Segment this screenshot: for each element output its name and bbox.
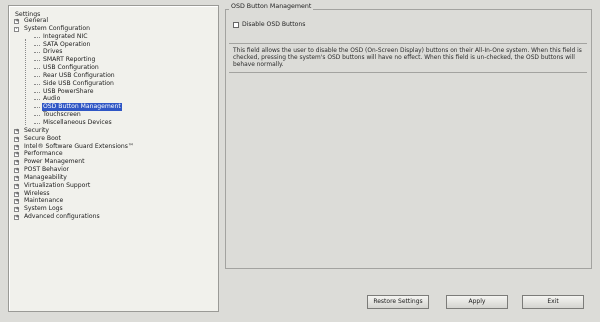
tree-item[interactable]: + Power Management — [13, 158, 135, 166]
tree-branch-line — [34, 83, 40, 85]
expand-icon[interactable]: + — [14, 183, 19, 189]
description-text: This field allows the user to disable th… — [233, 48, 582, 68]
tree-item-label[interactable]: Power Management — [23, 158, 86, 166]
tree-branch-line — [34, 75, 40, 77]
tree-item[interactable]: + System Logs — [13, 205, 135, 213]
tree-item[interactable]: - System Configuration — [13, 25, 135, 33]
tree-branch-line — [34, 36, 40, 38]
tree-item[interactable]: Touchscreen — [13, 111, 135, 119]
expand-icon[interactable]: + — [14, 136, 19, 142]
disable-osd-checkbox[interactable] — [233, 21, 239, 28]
tree-item-label[interactable]: Rear USB Configuration — [42, 72, 116, 80]
tree-branch-line — [34, 115, 40, 117]
exit-button[interactable]: Exit — [522, 295, 584, 309]
tree-branch-line — [34, 44, 40, 46]
tree-item[interactable]: Audio — [13, 95, 135, 103]
tree-item[interactable]: Rear USB Configuration — [13, 72, 135, 80]
tree-item-label[interactable]: Security — [23, 127, 50, 135]
tree-item[interactable]: + POST Behavior — [13, 166, 135, 174]
tree-branch-line — [34, 99, 40, 101]
tree-item-label[interactable]: Maintenance — [23, 197, 64, 205]
tree-item-label[interactable]: Touchscreen — [42, 111, 82, 119]
tree-item-label[interactable]: Wireless — [23, 190, 51, 198]
tree-item[interactable]: Side USB Configuration — [13, 80, 135, 88]
tree-item[interactable]: SMART Reporting — [13, 56, 135, 64]
tree-branch-line — [34, 91, 40, 93]
tree-item[interactable]: SATA Operation — [13, 41, 135, 49]
expand-icon[interactable]: + — [14, 160, 19, 166]
tree-item-label[interactable]: Miscellaneous Devices — [42, 119, 113, 127]
settings-tree: + General - System Configuration Integrated … — [13, 17, 135, 221]
collapse-icon[interactable]: - — [14, 26, 19, 32]
tree-item-label[interactable]: Drives — [42, 48, 63, 56]
tree-branch-line — [34, 68, 40, 70]
tree-item-label[interactable]: Intel® Software Guard Extensions™ — [23, 143, 135, 151]
tree-item[interactable]: + Maintenance — [13, 197, 135, 205]
disable-osd-option[interactable]: Disable OSD Buttons — [233, 21, 305, 28]
restore-settings-button[interactable]: Restore Settings — [367, 295, 429, 309]
disable-osd-label[interactable]: Disable OSD Buttons — [242, 21, 305, 28]
tree-item[interactable]: + Secure Boot — [13, 135, 135, 143]
tree-item[interactable]: USB Configuration — [13, 64, 135, 72]
apply-button[interactable]: Apply — [446, 295, 508, 309]
tree-item[interactable]: OSD Button Management — [13, 103, 135, 112]
tree-item-label[interactable]: USB PowerShare — [42, 88, 94, 96]
tree-item[interactable]: USB PowerShare — [13, 88, 135, 96]
tree-item[interactable]: + Intel® Software Guard Extensions™ — [13, 143, 135, 151]
tree-item-label[interactable]: Virtualization Support — [23, 182, 91, 190]
expand-icon[interactable]: + — [14, 19, 19, 24]
tree-item-label[interactable]: POST Behavior — [23, 166, 70, 174]
expand-icon[interactable]: + — [14, 144, 19, 150]
tree-item[interactable]: + Performance — [13, 150, 135, 158]
tree-item[interactable]: Drives — [13, 48, 135, 56]
tree-branch-line — [34, 122, 40, 124]
tree-item-label[interactable]: Manageability — [23, 174, 68, 182]
tree-item[interactable]: + General — [13, 17, 135, 25]
tree-item[interactable]: + Virtualization Support — [13, 182, 135, 190]
tree-item-label[interactable]: SMART Reporting — [42, 56, 96, 64]
tree-item-label[interactable]: Side USB Configuration — [42, 80, 115, 88]
tree-item-label[interactable]: OSD Button Management — [42, 103, 122, 112]
tree-item[interactable]: + Wireless — [13, 190, 135, 198]
tree-item-label[interactable]: Advanced configurations — [23, 213, 101, 221]
expand-icon[interactable]: + — [14, 215, 19, 221]
tree-branch-line — [34, 52, 40, 54]
description-box: This field allows the user to disable th… — [229, 43, 587, 73]
group-title: OSD Button Management — [229, 3, 314, 10]
tree-item-label[interactable]: SATA Operation — [42, 41, 91, 49]
tree-item-label[interactable]: System Logs — [23, 205, 64, 213]
tree-item[interactable]: + Manageability — [13, 174, 135, 182]
tree-item-label[interactable]: USB Configuration — [42, 64, 100, 72]
tree-item[interactable]: Integrated NIC — [13, 33, 135, 41]
tree-branch-line — [34, 60, 40, 62]
tree-item-label[interactable]: Secure Boot — [23, 135, 62, 143]
settings-tree-panel: Settings + General - System Configuration In… — [8, 5, 219, 312]
tree-item[interactable]: + Security — [13, 127, 135, 135]
tree-item-label[interactable]: General — [23, 17, 49, 25]
expand-icon[interactable]: + — [14, 175, 19, 181]
expand-icon[interactable]: + — [14, 199, 19, 205]
tree-item[interactable]: + Advanced configurations — [13, 213, 135, 221]
expand-icon[interactable]: + — [14, 128, 19, 134]
expand-icon[interactable]: + — [14, 152, 19, 158]
expand-icon[interactable]: + — [14, 191, 19, 197]
tree-branch-line — [34, 107, 40, 109]
tree-item[interactable]: Miscellaneous Devices — [13, 119, 135, 127]
tree-item-label[interactable]: Performance — [23, 150, 64, 158]
tree-item-label[interactable]: Integrated NIC — [42, 33, 88, 41]
tree-item-label[interactable]: Audio — [42, 95, 61, 103]
expand-icon[interactable]: + — [14, 168, 19, 174]
tree-item-label[interactable]: System Configuration — [23, 25, 91, 33]
expand-icon[interactable]: + — [14, 207, 19, 213]
